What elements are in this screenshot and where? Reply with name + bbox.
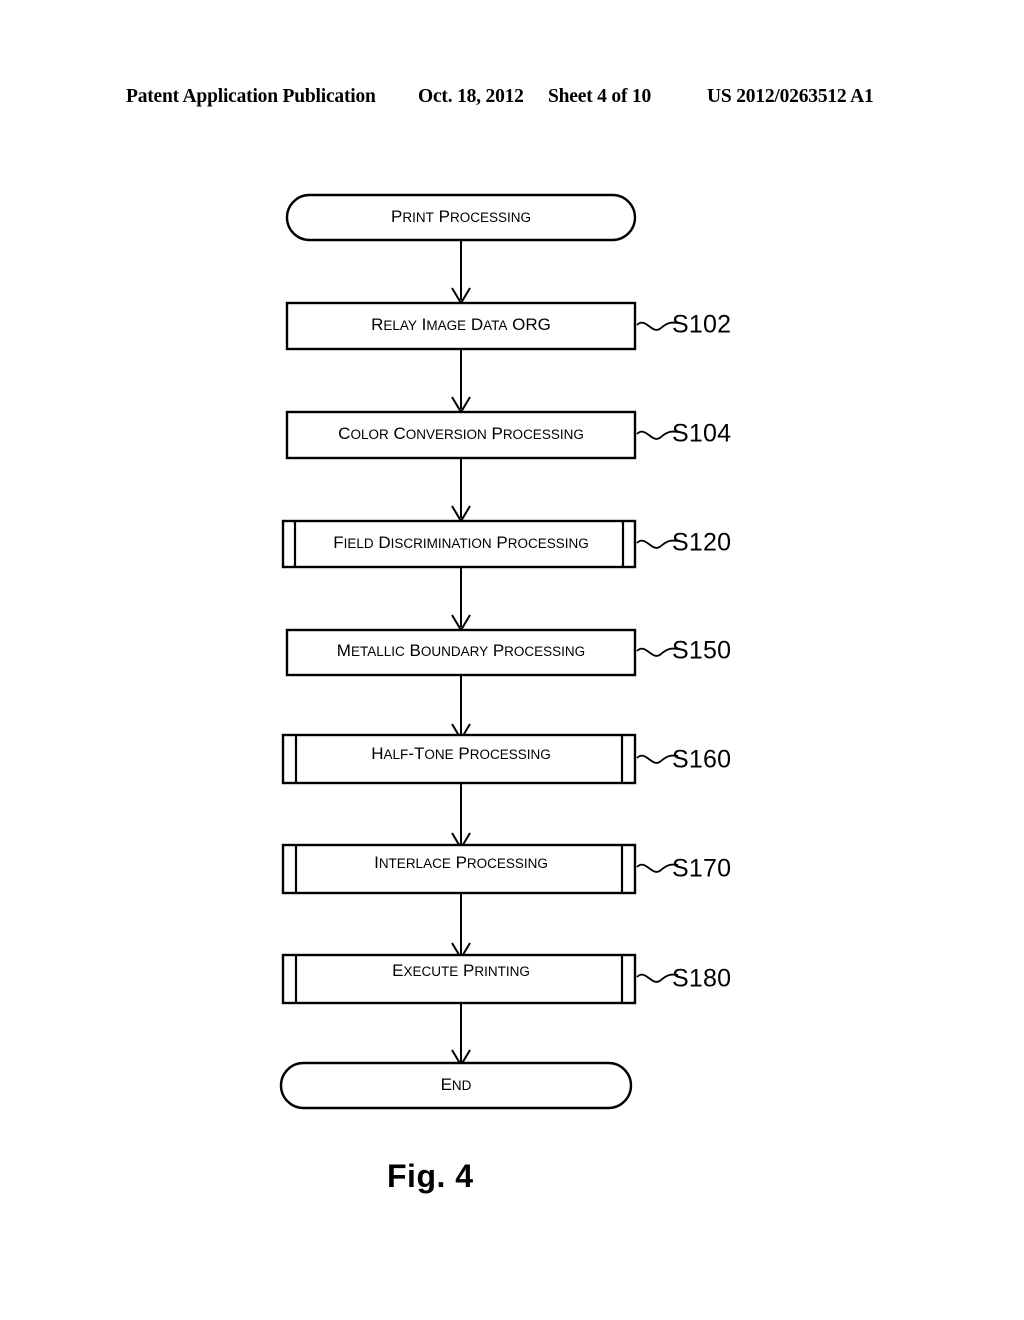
figure-caption-text: Fig. 4: [387, 1158, 474, 1194]
flow-arrow-s102-to-s104: [451, 349, 471, 414]
flow-node-s104-label: COLOR CONVERSION PROCESSING: [338, 424, 584, 443]
step-label-s104: S104: [672, 420, 731, 448]
flow-node-s180-label: EXECUTE PRINTING: [392, 961, 530, 980]
flowchart-diagram: PRINT PROCESSING RELAY IMAGE DATA ORG S1…: [0, 0, 1024, 1320]
flow-node-s102: RELAY IMAGE DATA ORG S102: [285, 301, 731, 351]
step-label-s180: S180: [672, 965, 731, 993]
flow-node-s160-label: HALF-TONE PROCESSING: [371, 744, 550, 763]
flow-node-end-label: END: [441, 1075, 472, 1094]
flow-arrow-start-to-s102: [451, 240, 471, 305]
flow-arrow-s104-to-s120: [451, 458, 471, 523]
flow-arrow-s170-to-s180: [451, 893, 471, 960]
flow-node-s180: EXECUTE PRINTING S180: [281, 953, 731, 1005]
flow-node-s102-label: RELAY IMAGE DATA ORG: [371, 315, 551, 334]
flow-node-s120: FIELD DISCRIMINATION PROCESSING S120: [281, 519, 731, 569]
flow-node-s104: COLOR CONVERSION PROCESSING S104: [285, 410, 731, 460]
flow-arrow-s180-to-end: [451, 1003, 471, 1067]
flow-arrow-s150-to-s160: [451, 675, 471, 741]
flow-node-start: PRINT PROCESSING: [285, 193, 637, 242]
flow-arrow-s160-to-s170: [451, 783, 471, 850]
step-label-s160: S160: [672, 746, 731, 774]
step-label-s170: S170: [672, 855, 731, 883]
flow-node-start-label: PRINT PROCESSING: [391, 207, 531, 226]
flow-node-s160: HALF-TONE PROCESSING S160: [281, 733, 731, 785]
flow-node-s120-label: FIELD DISCRIMINATION PROCESSING: [333, 533, 589, 552]
flow-node-s150-label: METALLIC BOUNDARY PROCESSING: [337, 641, 585, 660]
step-label-s102: S102: [672, 311, 731, 339]
step-label-s120: S120: [672, 529, 731, 557]
flow-node-s150: METALLIC BOUNDARY PROCESSING S150: [285, 628, 731, 677]
flow-node-s170-label: INTERLACE PROCESSING: [374, 853, 548, 872]
step-label-s150: S150: [672, 637, 731, 665]
flow-node-end: END: [279, 1061, 633, 1110]
flow-node-s170: INTERLACE PROCESSING S170: [281, 843, 731, 895]
flow-arrow-s120-to-s150: [451, 567, 471, 632]
